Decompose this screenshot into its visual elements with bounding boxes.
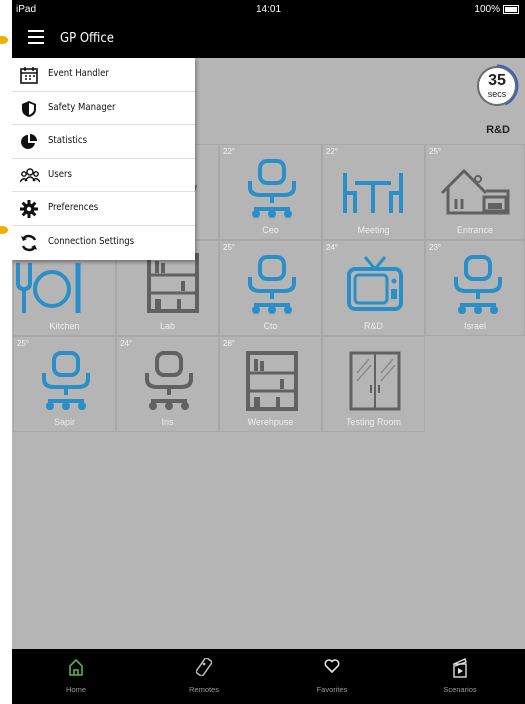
battery-status: 100% — [474, 4, 519, 15]
side-menu: Event Handler Safety Manager Statistics … — [12, 58, 195, 260]
menu-item-label: Event Handler — [48, 68, 109, 79]
tab-label: Remotes — [188, 685, 219, 694]
clapper-icon — [453, 658, 467, 678]
room-tile-entrance[interactable]: 25° Entrance — [425, 144, 525, 240]
room-name: Kitchen — [49, 321, 80, 331]
room-tile-rd[interactable]: 24° R&D — [322, 240, 425, 336]
tab-scenarios[interactable]: Scenarios — [396, 649, 524, 704]
house-icon — [440, 168, 510, 215]
chair-icon — [248, 159, 296, 218]
tab-label: Scenarios — [443, 685, 477, 694]
gear-icon — [20, 200, 38, 219]
room-tile-werehpuse[interactable]: 28° Werehpuse — [219, 336, 322, 432]
calendar-icon — [20, 67, 38, 84]
room-tile-cto[interactable]: 25° Cto — [219, 240, 322, 336]
room-tile-iris[interactable]: 24° Iris — [116, 336, 219, 432]
room-name: Entrance — [456, 225, 494, 235]
menu-item-label: Safety Manager — [48, 101, 116, 113]
title-bar: GP Office — [12, 20, 525, 58]
utensils-icon — [16, 263, 81, 313]
timer-unit: secs — [487, 89, 507, 99]
tab-label: Favorites — [316, 685, 348, 694]
room-name: Meeting — [357, 225, 390, 235]
battery-icon — [503, 4, 519, 14]
menu-item-label: Preferences — [48, 202, 99, 214]
tab-bar: Home Remotes Favorites Scenarios — [12, 649, 525, 704]
status-bar: iPad 14:01 100% — [12, 0, 525, 20]
room-temperature: 25° — [429, 147, 442, 156]
room-name: Werehpuse — [247, 417, 294, 427]
room-name: R&D — [363, 321, 383, 331]
room-temperature: 25° — [17, 339, 30, 348]
callout-marker-top — [0, 36, 8, 44]
pie-chart-icon — [21, 134, 37, 150]
timer-badge: 35 secs — [477, 66, 517, 106]
refresh-icon — [21, 234, 37, 252]
cabinet-icon — [349, 351, 401, 411]
tv-icon — [347, 256, 403, 311]
room-temperature: 23° — [429, 243, 442, 252]
menu-item-label: Users — [48, 168, 72, 180]
room-tile-israel[interactable]: 23° Israel — [425, 240, 525, 336]
page-title: GP Office — [60, 31, 114, 46]
home-icon — [69, 658, 83, 676]
menu-item-label: Connection Settings — [48, 235, 135, 247]
room-temperature: 22° — [223, 147, 236, 156]
room-temperature: 28° — [223, 339, 236, 348]
chair-icon — [248, 255, 296, 314]
room-name: Sapir — [53, 417, 75, 427]
heart-icon — [324, 659, 340, 674]
room-tile-sapir[interactable]: 25° Sapir — [13, 336, 116, 432]
battery-percent: 100% — [474, 4, 500, 15]
timer-value: 35 — [488, 72, 506, 89]
menu-item-preferences[interactable]: Preferences — [12, 192, 195, 226]
clock: 14:01 — [255, 4, 282, 15]
chair-icon — [454, 255, 502, 314]
room-name: Iris — [161, 417, 174, 427]
room-tile-testing-room[interactable]: Testing Room — [322, 336, 425, 432]
room-tile-ceo[interactable]: 22° Ceo — [219, 144, 322, 240]
room-name: Israel — [463, 321, 486, 331]
room-name: Testing Room — [345, 417, 402, 427]
chair-icon — [42, 351, 90, 410]
bookshelf-icon — [246, 351, 298, 411]
menu-item-statistics[interactable]: Statistics — [12, 125, 195, 159]
timer-room-label: R&D — [486, 124, 510, 136]
remote-icon — [196, 658, 212, 676]
menu-item-label: Statistics — [48, 135, 88, 147]
menu-item-users[interactable]: Users — [12, 159, 195, 193]
app-window: iPad 14:01 100% GP Office 22° Ceo 22° Me… — [12, 0, 525, 704]
room-tile-meeting[interactable]: 22° Meeting — [322, 144, 425, 240]
table-icon — [343, 173, 403, 213]
bookshelf-icon — [147, 253, 199, 313]
room-name: Cto — [263, 321, 278, 331]
users-icon — [20, 168, 40, 183]
callout-marker-bottom — [0, 226, 8, 234]
room-temperature: 25° — [223, 243, 236, 252]
shield-icon — [22, 100, 36, 117]
room-name: Ceo — [262, 225, 279, 235]
room-temperature: 24° — [120, 339, 133, 348]
room-temperature: 22° — [326, 147, 339, 156]
room-name: Lab — [159, 321, 176, 331]
menu-item-safety-manager[interactable]: Safety Manager — [12, 92, 195, 126]
tab-label: Home — [65, 685, 86, 694]
menu-icon[interactable] — [28, 30, 44, 44]
menu-item-event-handler[interactable]: Event Handler — [12, 58, 195, 92]
tab-remotes[interactable]: Remotes — [140, 649, 268, 704]
room-temperature: 24° — [326, 243, 339, 252]
tab-home[interactable]: Home — [12, 649, 140, 704]
tab-favorites[interactable]: Favorites — [268, 649, 396, 704]
menu-item-connection-settings[interactable]: Connection Settings — [12, 226, 195, 260]
chair-icon — [145, 351, 193, 410]
